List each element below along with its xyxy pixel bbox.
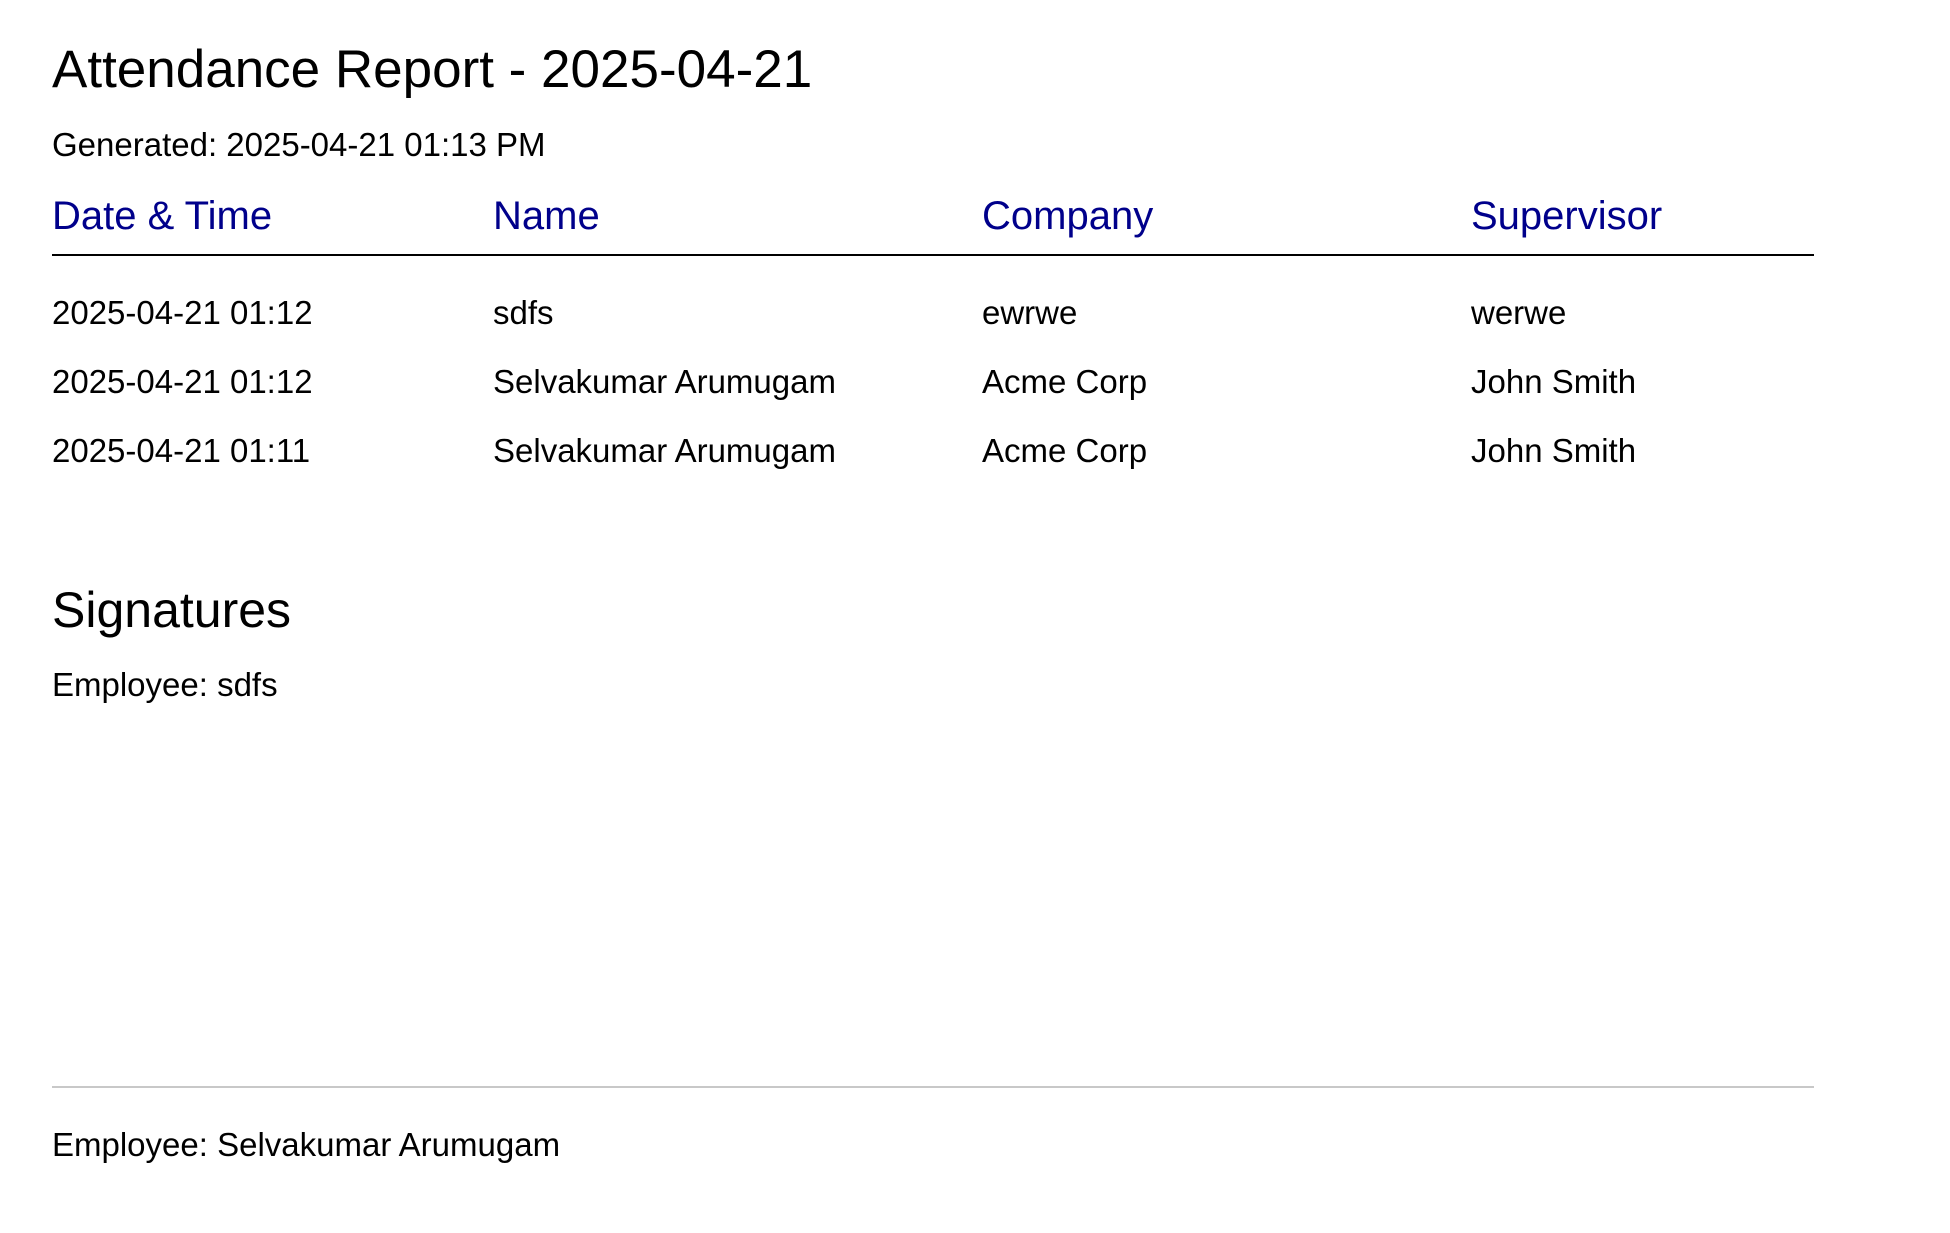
signature-employee-label: Employee: sdfs: [52, 666, 278, 703]
signature-divider: [52, 1086, 1814, 1088]
column-header-supervisor: Supervisor: [1471, 192, 1814, 256]
cell-date-time: 2025-04-21 01:11: [52, 431, 311, 469]
cell-date-time: 2025-04-21 01:12: [52, 293, 313, 331]
cell-company: ewrwe: [982, 293, 1078, 331]
table-row: 2025-04-21 01:12 Selvakumar Arumugam Acm…: [52, 347, 1814, 416]
cell-supervisor: werwe: [1471, 293, 1567, 331]
cell-company: Acme Corp: [982, 362, 1148, 400]
column-header-date-time: Date & Time: [52, 192, 493, 256]
cell-date-time: 2025-04-21 01:12: [52, 362, 313, 400]
signatures-heading: Signatures: [52, 582, 292, 638]
table-row: 2025-04-21 01:12 sdfs ewrwe werwe: [52, 278, 1814, 347]
cell-name: Selvakumar Arumugam: [493, 431, 836, 469]
table-row: 2025-04-21 01:11 Selvakumar Arumugam Acm…: [52, 416, 1814, 485]
cell-supervisor: John Smith: [1471, 431, 1637, 469]
attendance-table: Date & Time Name Company Supervisor 2025…: [52, 192, 1814, 485]
table-header-row: Date & Time Name Company Supervisor: [52, 192, 1814, 256]
cell-supervisor: John Smith: [1471, 362, 1637, 400]
cell-company: Acme Corp: [982, 431, 1148, 469]
signature-block: Employee: Selvakumar Arumugam: [52, 1125, 560, 1165]
generated-timestamp: Generated: 2025-04-21 01:13 PM: [52, 126, 546, 163]
column-header-company: Company: [982, 192, 1471, 256]
signature-employee-label: Employee: Selvakumar Arumugam: [52, 1126, 561, 1163]
cell-name: sdfs: [493, 293, 554, 331]
report-title: Attendance Report - 2025-04-21: [52, 40, 813, 99]
column-header-name: Name: [493, 192, 982, 256]
cell-name: Selvakumar Arumugam: [493, 362, 836, 400]
signature-block: Employee: sdfs: [52, 665, 1814, 705]
signature-image: [52, 765, 512, 1045]
